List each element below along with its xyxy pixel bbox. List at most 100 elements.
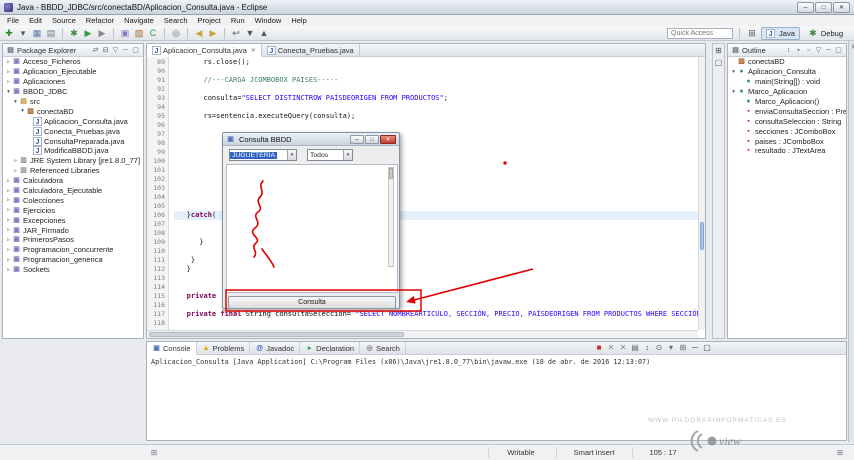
dialog-maximize-button[interactable]: □ [365, 134, 379, 144]
collapse-arrow-icon[interactable]: ▾ [730, 89, 737, 95]
collapse-arrow-icon[interactable]: ▾ [5, 89, 12, 95]
collapse-arrow-icon[interactable]: ▾ [12, 99, 19, 105]
code-line-94[interactable] [174, 103, 698, 112]
window-maximize-button[interactable]: □ [815, 1, 832, 13]
combo-arrow-icon[interactable]: ▾ [343, 150, 352, 160]
section-combobox[interactable]: JUGUETERÍA ▾ [229, 149, 297, 161]
tree-item-main-string-void[interactable]: ● main(String[]) : void [728, 77, 846, 87]
hide-static-members-icon[interactable]: ▫ [804, 46, 813, 56]
last-edit-location-icon[interactable]: ↩ [230, 27, 242, 39]
code-line-95[interactable]: rs=sentencia.executeQuery(consulta); [174, 112, 698, 121]
expand-arrow-icon[interactable]: ▹ [5, 247, 12, 253]
tree-item-calculadora[interactable]: ▹ ▣ Calculadora [3, 176, 143, 186]
dialog-titlebar[interactable]: ▣ Consulta BBDD ─ □ ✕ [223, 133, 399, 146]
debug-icon[interactable]: ✱ [68, 27, 80, 39]
expand-arrow-icon[interactable]: ▹ [5, 227, 12, 233]
expand-arrow-icon[interactable]: ▹ [5, 237, 12, 243]
tree-item-aplicaciones[interactable]: ▹ ▣ Aplicaciones [3, 77, 143, 87]
tree-item-modificabbdd-java[interactable]: J ModificaBBDD.java [3, 146, 143, 156]
menu-help[interactable]: Help [286, 16, 311, 25]
remove-all-launches-icon[interactable]: ✕ [618, 343, 628, 353]
console-tab-declaration[interactable]: ▸ Declaration [300, 341, 361, 355]
new-wizard-icon[interactable]: ✚ [3, 27, 15, 39]
tree-item-secciones-jcombobox[interactable]: ▪ secciones : JComboBox [728, 126, 846, 136]
menu-run[interactable]: Run [226, 16, 250, 25]
tree-item-consultapreparada-java[interactable]: J ConsultaPreparada.java [3, 136, 143, 146]
expand-arrow-icon[interactable]: ▹ [5, 197, 12, 203]
expand-arrow-icon[interactable]: ▹ [12, 168, 19, 174]
expand-arrow-icon[interactable]: ▹ [5, 188, 12, 194]
window-close-button[interactable]: ✕ [833, 1, 850, 13]
terminate-icon[interactable]: ■ [594, 343, 604, 353]
code-line-92[interactable] [174, 85, 698, 94]
console-tab-problems[interactable]: ▲ Problems [197, 341, 251, 355]
collapse-arrow-icon[interactable]: ▾ [19, 108, 26, 114]
quick-access-input[interactable] [667, 27, 734, 39]
tree-item-src[interactable]: ▾ ▤ src [3, 97, 143, 107]
remove-launch-icon[interactable]: ✕ [606, 343, 616, 353]
expand-arrow-icon[interactable]: ▹ [5, 69, 12, 75]
open-console-icon[interactable]: ⊞ [678, 343, 688, 353]
minimize-view-icon[interactable]: ─ [121, 46, 130, 56]
tree-item-acceso-ficheros[interactable]: ▹ ▣ Acceso_Ficheros [3, 57, 143, 67]
filter-combobox[interactable]: Todos ▾ [307, 149, 353, 161]
tree-item-ejercicios[interactable]: ▹ ▣ Ejercicios [3, 205, 143, 215]
tree-item-paises-jcombobox[interactable]: ▪ paises : JComboBox [728, 136, 846, 146]
new-java-project-icon[interactable]: ▣ [119, 27, 131, 39]
code-line-90[interactable] [174, 67, 698, 76]
code-line-117[interactable]: private final String consultaSeleccion= … [174, 310, 698, 319]
expand-arrow-icon[interactable]: ▹ [5, 207, 12, 213]
expand-arrow-icon[interactable]: ▹ [5, 217, 12, 223]
tree-item-programacion-generica[interactable]: ▹ ▣ Programacion_generica [3, 255, 143, 265]
tree-item-aplicacion-consulta-java[interactable]: J Aplicacion_Consulta.java [3, 116, 143, 126]
tree-item-conectabd[interactable]: ▨ conectaBD [728, 57, 846, 67]
tree-item-jar-firmado[interactable]: ▹ ▣ JAR_Firmado [3, 225, 143, 235]
sort-icon[interactable]: ↕ [784, 46, 793, 56]
menu-file[interactable]: File [2, 16, 24, 25]
editor-horizontal-scrollbar[interactable] [147, 330, 698, 338]
restore-view-icon[interactable]: ▢ [714, 58, 724, 68]
new-class-icon[interactable]: C [147, 27, 159, 39]
combo-arrow-icon[interactable]: ▾ [287, 150, 296, 160]
scroll-lock-icon[interactable]: ↕ [642, 343, 652, 353]
code-line-91[interactable]: //---CARGA JCOMBOBOX PAISES----- [174, 76, 698, 85]
tree-item-colecciones[interactable]: ▹ ▣ Colecciones [3, 195, 143, 205]
back-icon[interactable]: ◀ [193, 27, 205, 39]
collapse-all-icon[interactable]: ⊟ [101, 46, 110, 56]
window-minimize-button[interactable]: ─ [797, 1, 814, 13]
dialog-scrollbar[interactable] [388, 167, 394, 267]
external-tools-icon[interactable]: ▶ [96, 27, 108, 39]
tree-item-primerospasos[interactable]: ▹ ▣ PrimerosPasos [3, 235, 143, 245]
run-icon[interactable]: ▶ [82, 27, 94, 39]
collapse-arrow-icon[interactable]: ▾ [730, 69, 737, 75]
maximize-view-icon[interactable]: ▢ [834, 46, 843, 56]
open-perspective-icon[interactable]: ⊞ [746, 27, 758, 39]
expand-arrow-icon[interactable]: ▹ [12, 158, 19, 164]
hide-fields-icon[interactable]: ▪ [794, 46, 803, 56]
previous-annotation-icon[interactable]: ▲ [258, 27, 270, 39]
menu-edit[interactable]: Edit [24, 16, 47, 25]
consulta-bbdd-dialog[interactable]: ▣ Consulta BBDD ─ □ ✕ JUGUETERÍA ▾ Todos… [222, 132, 400, 309]
menu-project[interactable]: Project [193, 16, 226, 25]
dialog-minimize-button[interactable]: ─ [350, 134, 364, 144]
tree-item-aplicacion-ejecutable[interactable]: ▹ ▣ Aplicacion_Ejecutable [3, 67, 143, 77]
debug-perspective-button[interactable]: ✱ Debug [803, 26, 847, 40]
package-explorer-header[interactable]: ▤ Package Explorer ⇄ ⊟ ▽ ─ ▢ [3, 44, 143, 57]
minimize-view-icon[interactable]: ─ [690, 343, 700, 353]
editor-vertical-scrollbar[interactable] [698, 57, 705, 330]
console-tab-console[interactable]: ▣ Console [147, 341, 197, 355]
tree-item-aplicacion-consulta[interactable]: ▾ ● Aplicacion_Consulta [728, 67, 846, 77]
outline-header[interactable]: ▤ Outline ↕ ▪ ▫ ▽ ─ ▢ [728, 44, 846, 57]
tree-item-conectabd[interactable]: ▾ ▨ conectaBD [3, 106, 143, 116]
scrollbar-thumb[interactable] [700, 222, 704, 250]
menu-window[interactable]: Window [250, 16, 287, 25]
fast-view-icon[interactable]: ⊞ [849, 42, 854, 52]
next-annotation-icon[interactable]: ▼ [244, 27, 256, 39]
link-with-editor-icon[interactable]: ⇄ [91, 46, 100, 56]
expand-arrow-icon[interactable]: ▹ [5, 257, 12, 263]
tree-item-enviaconsultaseccion-prepare[interactable]: ▪ enviaConsultaSeccion : Prepare... [728, 106, 846, 116]
menu-refactor[interactable]: Refactor [81, 16, 119, 25]
editor-tab-conecta-pruebas-java[interactable]: J Conecta_Pruebas.java [262, 44, 360, 57]
maximize-view-icon[interactable]: ▢ [131, 46, 140, 56]
scrollbar-thumb[interactable] [149, 332, 404, 337]
